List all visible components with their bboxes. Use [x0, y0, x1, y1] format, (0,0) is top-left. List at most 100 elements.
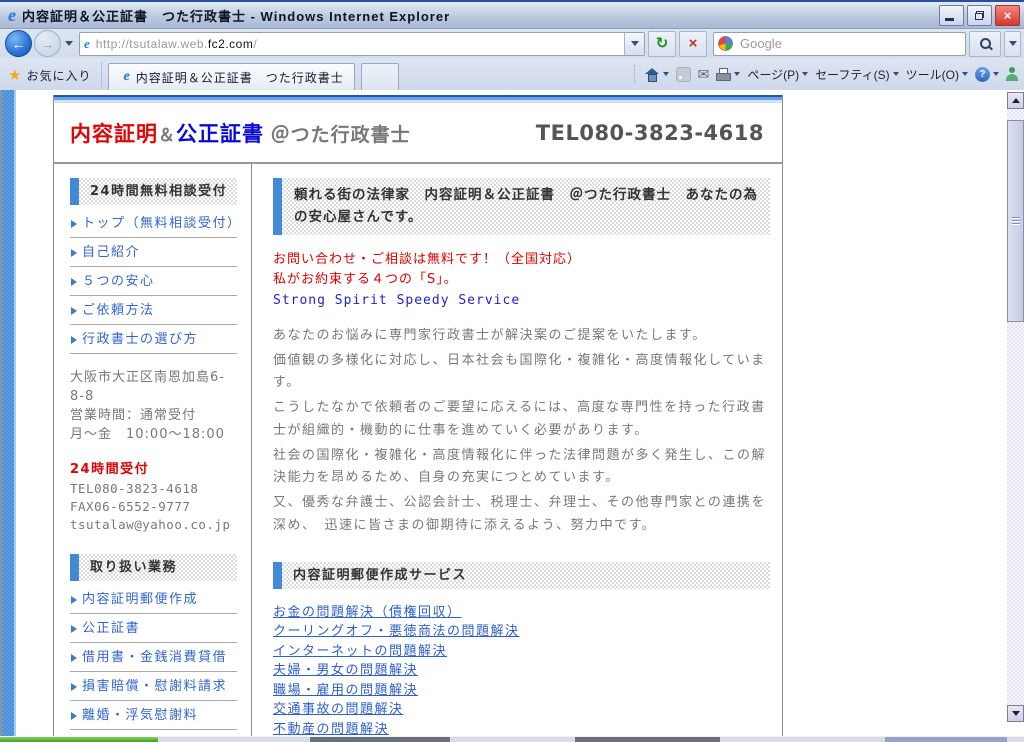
email-address: tsutalaw@yahoo.co.jp	[70, 516, 237, 534]
paragraph: こうしたなかで依頼者のご要望に応えるには、高度な専門性を持った行政書士が組織的・…	[273, 397, 770, 443]
search-options-dropdown[interactable]	[1004, 31, 1021, 57]
link-money-problems[interactable]: お金の問題解決（債権回収）	[273, 605, 462, 620]
scroll-down-button[interactable]	[1007, 705, 1024, 722]
restore-button[interactable]	[967, 5, 992, 26]
paragraph: 価値観の多様化に対応し、日本社会も国際化・複雑化・高度情報化しています。	[273, 350, 770, 396]
link-workplace[interactable]: 職場・雇用の問題解決	[273, 683, 418, 698]
address-dropdown-button[interactable]	[624, 33, 644, 55]
menu-page[interactable]: ページ(P)	[747, 66, 808, 83]
search-input[interactable]	[738, 35, 961, 52]
sidebar-item-damages[interactable]: 損害賠償・慰謝料請求	[70, 672, 237, 701]
arrow-right-icon	[71, 249, 77, 257]
favorites-star-icon: ★	[8, 66, 21, 84]
status-bar	[0, 736, 1024, 742]
minimize-button[interactable]	[939, 5, 964, 26]
list-item: 不動産の問題解決	[273, 720, 770, 737]
menu-safety[interactable]: セーフティ(S)	[815, 66, 899, 83]
read-mail-button[interactable]: ✉	[698, 66, 710, 83]
tab-current[interactable]: e 内容証明＆公正証書 つた行政書士	[108, 63, 354, 90]
sidebar-item-how-to-request[interactable]: ご依頼方法	[70, 296, 237, 325]
sidebar-item-divorce[interactable]: 離婚・浮気慰謝料	[70, 701, 237, 730]
sidebar-menu-consult: トップ（無料相談受付） 自己紹介 ５つの安心 ご依頼方法 行政書士の選び方	[70, 209, 237, 354]
chevron-down-icon	[1009, 41, 1017, 46]
sidebar-section-services: 取り扱い業務	[70, 554, 237, 581]
page-viewport: 内容証明＆公正証書 ＠つた行政書士 TEL080-3823-4618 24時間無…	[0, 90, 1024, 737]
back-button[interactable]: ←	[5, 30, 32, 57]
sidebar-item-loan-docs[interactable]: 借用書・金銭消費貸借	[70, 643, 237, 672]
address-bar[interactable]: e http://tsutalaw.web.fc2.com/	[79, 32, 645, 56]
site-header: 内容証明＆公正証書 ＠つた行政書士 TEL080-3823-4618	[54, 103, 782, 164]
stop-button[interactable]: ×	[679, 31, 707, 57]
stop-icon: ×	[689, 36, 698, 51]
arrow-right-icon	[71, 336, 77, 344]
sidebar-section-consult: 24時間無料相談受付	[70, 178, 237, 205]
site-top-gradient	[54, 95, 782, 103]
main-content: 頼れる街の法律家 内容証明＆公正証書 ＠つた行政書士 あなたの為の安心屋さんです…	[252, 164, 782, 737]
favorites-button[interactable]: ★ お気に入り	[0, 62, 102, 88]
ie-logo-icon: e	[8, 6, 16, 24]
help-button[interactable]: ?	[975, 67, 999, 82]
arrow-right-icon	[71, 596, 77, 604]
recent-pages-dropdown-icon[interactable]	[65, 41, 73, 46]
tab-bar: ★ お気に入り e 内容証明＆公正証書 つた行政書士 ✉ ページ(P) セーフテ…	[0, 58, 1024, 91]
window-title: 内容証明＆公正証書 つた行政書士 - Windows Internet Expl…	[22, 6, 450, 25]
arrow-down-icon	[1012, 711, 1020, 716]
sidebar-item-top[interactable]: トップ（無料相談受付）	[70, 209, 237, 238]
chevron-down-icon	[802, 72, 808, 76]
search-button[interactable]	[969, 31, 1001, 57]
site-title-red: 内容証明	[70, 122, 158, 146]
arrow-right-icon	[71, 220, 77, 228]
title-bar[interactable]: e 内容証明＆公正証書 つた行政書士 - Windows Internet Ex…	[0, 2, 1024, 29]
print-button[interactable]	[716, 68, 740, 80]
scrollbar-thumb[interactable]	[1007, 120, 1024, 322]
free-consultation-line: お問い合わせ・ご相談は無料です！（全国対応）	[273, 250, 770, 271]
search-icon	[980, 38, 991, 49]
site-title-suffix: ＠つた行政書士	[271, 124, 411, 146]
refresh-button[interactable]: ↻	[648, 31, 676, 57]
sidebar-item-choosing[interactable]: 行政書士の選び方	[70, 325, 237, 354]
always-open-label: 24時間受付	[70, 461, 237, 480]
separator	[634, 65, 636, 83]
sidebar-item-five-assurances[interactable]: ５つの安心	[70, 267, 237, 296]
arrow-right-icon	[71, 625, 77, 633]
sidebar-item-naiyoshomei[interactable]: 内容証明郵便作成	[70, 585, 237, 614]
search-box[interactable]	[713, 32, 966, 56]
menu-tools[interactable]: ツール(O)	[906, 66, 968, 83]
sidebar: 24時間無料相談受付 トップ（無料相談受付） 自己紹介 ５つの安心 ご依頼方法 …	[54, 164, 252, 737]
minimize-icon	[945, 18, 954, 21]
sidebar-item-koseishosho[interactable]: 公正証書	[70, 614, 237, 643]
chevron-down-icon	[962, 72, 968, 76]
mail-icon: ✉	[698, 66, 710, 83]
rss-icon	[676, 67, 691, 82]
header-phone-number: TEL080-3823-4618	[536, 121, 764, 145]
link-cooling-off[interactable]: クーリングオフ・悪徳商法の問題解決	[273, 624, 520, 639]
link-couples[interactable]: 夫婦・男女の問題解決	[273, 663, 418, 678]
arrow-right-icon	[71, 683, 77, 691]
menu-tools-label: ツール(O)	[906, 66, 959, 83]
service-link-list: お金の問題解決（債権回収） クーリングオフ・悪徳商法の問題解決 インターネットの…	[273, 603, 770, 737]
messenger-button[interactable]	[1006, 67, 1018, 81]
close-button[interactable]: ×	[995, 5, 1020, 26]
person-icon	[1006, 67, 1018, 81]
list-item: お金の問題解決（債権回収）	[273, 603, 770, 623]
navigation-bar: ← → e http://tsutalaw.web.fc2.com/ ↻ ×	[0, 29, 1024, 58]
page-background-strip	[2, 90, 16, 737]
link-traffic-accident[interactable]: 交通事故の問題解決	[273, 702, 404, 717]
site-body: 24時間無料相談受付 トップ（無料相談受付） 自己紹介 ５つの安心 ご依頼方法 …	[54, 164, 782, 737]
sidebar-item-profile[interactable]: 自己紹介	[70, 238, 237, 267]
url-text[interactable]: http://tsutalaw.web.fc2.com/	[96, 37, 257, 51]
forward-button[interactable]: →	[34, 30, 61, 57]
link-internet[interactable]: インターネットの問題解決	[273, 644, 447, 659]
chevron-down-icon	[993, 72, 999, 76]
list-item: 交通事故の問題解決	[273, 700, 770, 720]
new-tab-button[interactable]	[361, 63, 399, 90]
link-real-estate[interactable]: 不動産の問題解決	[273, 722, 389, 737]
feeds-button[interactable]	[676, 67, 691, 82]
chevron-down-icon	[734, 72, 740, 76]
google-icon	[718, 36, 733, 51]
vertical-scrollbar[interactable]	[1007, 92, 1024, 722]
home-button[interactable]	[645, 68, 669, 81]
arrow-right-icon	[71, 712, 77, 720]
arrow-up-icon	[1012, 98, 1020, 103]
scroll-up-button[interactable]	[1007, 92, 1024, 109]
